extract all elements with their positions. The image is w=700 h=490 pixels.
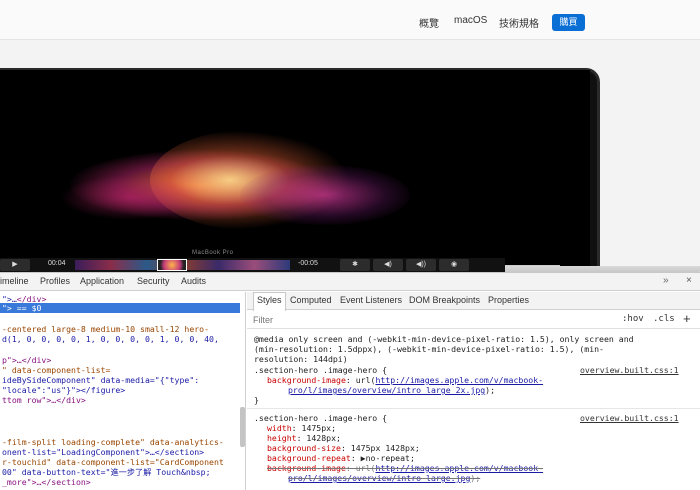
touchbar: 00:04 -00:05 ▶ ✱ ◀︎) ◀︎)) ◉: [0, 258, 505, 272]
nav-link-overview[interactable]: 概覽: [419, 15, 439, 30]
source-link[interactable]: overview.built.css:1: [580, 413, 679, 423]
css-declaration[interactable]: background-size: 1475px 1428px;: [267, 443, 420, 453]
css-declaration-cont[interactable]: pro/l/images/overview/intro_large_2x.jpg…: [288, 385, 495, 395]
touchbar-brightness-button[interactable]: ✱: [340, 259, 370, 271]
css-declaration[interactable]: background-image: url(http://images.appl…: [267, 375, 543, 385]
elements-tree[interactable]: ">…</div> "> == $0 -centered large-8 med…: [0, 292, 246, 490]
tab-timeline[interactable]: imeline: [0, 276, 29, 286]
css-declaration[interactable]: width: 1475px;: [267, 423, 336, 433]
nav-link-specs[interactable]: 技術規格: [499, 15, 539, 30]
css-declaration-overridden-cont[interactable]: pro/l/images/overview/intro_large.jpg);: [288, 473, 480, 483]
dom-line[interactable]: _more">…</section>: [2, 477, 91, 487]
touchbar-volume-down-button[interactable]: ◀︎): [373, 259, 403, 271]
tab-profiles[interactable]: Profiles: [40, 276, 70, 286]
close-icon[interactable]: ×: [686, 275, 692, 286]
css-declaration[interactable]: height: 1428px;: [267, 433, 341, 443]
css-declaration[interactable]: background-repeat: ▶no-repeat;: [267, 453, 415, 463]
source-link[interactable]: overview.built.css:1: [580, 365, 679, 375]
tab-properties[interactable]: Properties: [488, 295, 529, 305]
flare-pink: [240, 165, 410, 225]
dom-line[interactable]: d(1, 0, 0, 0, 0, 1, 0, 0, 0, 0, 1, 0, 0,…: [2, 334, 219, 344]
dom-line[interactable]: "locale":"us"}"></figure>: [2, 385, 125, 395]
css-url-link[interactable]: pro/l/images/overview/intro_large.jpg: [288, 473, 470, 483]
laptop-brand: MacBook Pro: [192, 250, 234, 256]
styles-filter-input[interactable]: [253, 314, 593, 326]
dom-line[interactable]: ttom row">…</div>: [2, 395, 86, 405]
media-query-line: resolution: 144dpi): [254, 354, 348, 364]
hero-image: MacBook Pro: [0, 40, 700, 272]
tab-event-listeners[interactable]: Event Listeners: [340, 295, 402, 305]
tab-computed[interactable]: Computed: [290, 295, 332, 305]
rule-selector[interactable]: .section-hero .image-hero {: [254, 413, 387, 423]
dom-line-selected[interactable]: "> == $0: [0, 303, 240, 313]
touchbar-time-start: 00:04: [48, 260, 66, 267]
class-toggle[interactable]: .cls: [653, 314, 675, 324]
touchbar-time-end: -00:05: [298, 260, 318, 267]
touchbar-play-button[interactable]: ▶: [0, 259, 30, 271]
touchbar-volume-up-button[interactable]: ◀︎)): [406, 259, 436, 271]
touchbar-scrubber-thumb[interactable]: [157, 259, 187, 271]
css-declaration-overridden[interactable]: background-image: url(http://images.appl…: [267, 463, 543, 473]
tab-audits[interactable]: Audits: [181, 276, 206, 286]
flare-left: [60, 175, 200, 220]
tab-styles[interactable]: Styles: [253, 292, 286, 311]
dom-line[interactable]: 00" data-button-text="進一步了解 Touch&nbsp;: [2, 467, 211, 477]
css-url-link[interactable]: http://images.apple.com/v/macbook-: [375, 375, 543, 385]
hover-state-toggle[interactable]: :hov: [622, 314, 644, 324]
styles-tabbar: Styles Computed Event Listeners DOM Brea…: [247, 292, 700, 311]
devtools-tabbar: imeline Profiles Application Security Au…: [0, 273, 700, 291]
dom-line[interactable]: r-touchid" data-component-list="CardComp…: [2, 457, 224, 467]
styles-filter-row: :hov .cls +: [247, 311, 700, 329]
touchbar-siri-button[interactable]: ◉: [439, 259, 469, 271]
tab-dom-breakpoints[interactable]: DOM Breakpoints: [409, 295, 480, 305]
dom-line[interactable]: ideBySideComponent" data-media="{"type":: [2, 375, 199, 385]
dom-line[interactable]: -film-split loading-complete" data-analy…: [2, 437, 224, 447]
devtools-panel: imeline Profiles Application Security Au…: [0, 272, 700, 490]
dom-line[interactable]: p">…</div>: [2, 355, 51, 365]
buy-button[interactable]: 購買: [552, 14, 585, 31]
tab-application[interactable]: Application: [80, 276, 124, 286]
media-query-line: (min-resolution: 1.5dppx), (-webkit-min-…: [254, 344, 604, 354]
rule-close: }: [254, 395, 259, 405]
dom-line[interactable]: onent-list="LoadingComponent">…</section…: [2, 447, 204, 457]
dom-line[interactable]: " data-component-list=: [2, 365, 110, 375]
css-url-link[interactable]: http://images.apple.com/v/macbook-: [375, 463, 543, 473]
media-query-line: @media only screen and (-webkit-min-devi…: [254, 334, 634, 344]
elements-scrollbar[interactable]: [240, 407, 245, 447]
nav-link-macos[interactable]: macOS: [454, 15, 487, 26]
more-tabs-icon[interactable]: »: [663, 275, 669, 286]
add-rule-button[interactable]: +: [683, 311, 691, 326]
styles-pane: Styles Computed Event Listeners DOM Brea…: [247, 292, 700, 490]
rule-separator: [247, 408, 700, 409]
laptop-screen: [0, 70, 590, 270]
dom-line[interactable]: -centered large-8 medium-10 small-12 her…: [2, 324, 209, 334]
tab-security[interactable]: Security: [137, 276, 170, 286]
site-nav: 概覽 macOS 技術規格 購買: [0, 0, 700, 40]
rule-selector[interactable]: .section-hero .image-hero {: [254, 365, 387, 375]
css-url-link[interactable]: pro/l/images/overview/intro_large_2x.jpg: [288, 385, 485, 395]
